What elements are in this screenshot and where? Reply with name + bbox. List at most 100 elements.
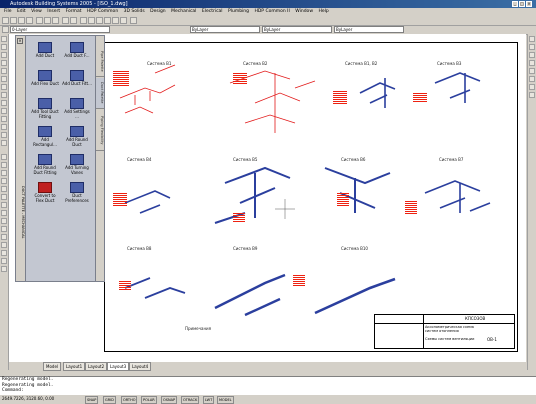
tolerance-icon[interactable] xyxy=(529,76,535,82)
minimize-button[interactable]: _ xyxy=(512,1,518,7)
menu-plumbing[interactable]: Plumbing xyxy=(228,9,249,14)
scale-icon[interactable] xyxy=(1,210,7,216)
tab-pipe-palette[interactable]: Pipe Palette xyxy=(96,46,104,77)
break-icon[interactable] xyxy=(1,242,7,248)
add-turning-vanes-tool[interactable]: Add Turning Vanes xyxy=(62,154,92,175)
tab-piping-flexibility[interactable]: Piping Flexibility xyxy=(96,110,104,151)
add-tool-duct-fitting[interactable]: Add Tool Duct Fitting xyxy=(30,98,60,119)
menu-insert[interactable]: Insert xyxy=(47,9,60,14)
palette-close-icon[interactable]: × xyxy=(17,38,23,44)
color-combo[interactable]: ByLayer xyxy=(190,26,260,33)
paste-icon[interactable] xyxy=(52,17,59,24)
menu-format[interactable]: Format xyxy=(66,9,82,14)
spline-icon[interactable] xyxy=(1,84,7,90)
insert-block-icon[interactable] xyxy=(1,100,7,106)
new-icon[interactable] xyxy=(2,17,9,24)
lineweight-combo[interactable]: ByLayer xyxy=(334,26,404,33)
tool-palettes-icon[interactable] xyxy=(120,17,127,24)
menu-hdp-common-ii[interactable]: HDP Common II xyxy=(254,9,289,14)
explode-icon[interactable] xyxy=(1,266,7,272)
dimension-aligned-icon[interactable] xyxy=(529,44,535,50)
line-icon[interactable] xyxy=(1,36,7,42)
tab-duct-palette[interactable]: Duct Palette xyxy=(96,78,104,109)
menu-hdp-common[interactable]: HDP Common xyxy=(87,9,118,14)
arc-icon[interactable] xyxy=(1,68,7,74)
add-duct-tool[interactable]: Add Duct xyxy=(30,42,60,59)
command-line[interactable]: Regenerating model. Regenerating model. … xyxy=(0,376,536,394)
undo-icon[interactable] xyxy=(62,17,69,24)
polar-toggle[interactable]: POLAR xyxy=(141,396,157,404)
close-button[interactable]: × xyxy=(526,1,532,7)
copy-icon[interactable] xyxy=(44,17,51,24)
rotate-icon[interactable] xyxy=(1,202,7,208)
dimension-radius-icon[interactable] xyxy=(529,52,535,58)
linetype-combo[interactable]: ByLayer xyxy=(262,26,332,33)
help-icon[interactable] xyxy=(130,17,137,24)
dimension-angular-icon[interactable] xyxy=(529,60,535,66)
polyline-icon[interactable] xyxy=(1,44,7,50)
menu-3d-solids[interactable]: 3D Solids xyxy=(124,9,145,14)
otrack-toggle[interactable]: OTRACK xyxy=(181,396,200,404)
add-round-duct-fitting-tool[interactable]: Add Round Duct Fitting xyxy=(30,154,60,175)
rectangle-icon[interactable] xyxy=(1,60,7,66)
dimension-linear-icon[interactable] xyxy=(529,36,535,42)
print-icon[interactable] xyxy=(26,17,33,24)
add-rectangular-tool[interactable]: Add Rectangul... xyxy=(30,126,60,147)
layer-manager-icon[interactable] xyxy=(2,26,9,33)
make-block-icon[interactable] xyxy=(1,108,7,114)
tab-layout1[interactable]: Layout1 xyxy=(63,362,86,371)
zoom-icon[interactable] xyxy=(88,17,95,24)
leader-icon[interactable] xyxy=(529,68,535,74)
menu-help[interactable]: Help xyxy=(318,9,328,14)
point-icon[interactable] xyxy=(1,116,7,122)
menu-window[interactable]: Window xyxy=(295,9,313,14)
snap-toggle[interactable]: SNAP xyxy=(85,396,99,404)
add-flex-duct-tool[interactable]: Add Flex Duct xyxy=(30,70,60,87)
circle-icon[interactable] xyxy=(1,76,7,82)
region-icon[interactable] xyxy=(1,132,7,138)
add-duct-fitting-2-tool[interactable]: Add Duct Fitt... xyxy=(62,70,92,87)
redo-icon[interactable] xyxy=(70,17,77,24)
menu-mechanical[interactable]: Mechanical xyxy=(171,9,196,14)
trim-icon[interactable] xyxy=(1,226,7,232)
dimension-edit-icon[interactable] xyxy=(529,92,535,98)
duct-preferences-tool[interactable]: Duct Preferences xyxy=(62,182,92,203)
chamfer-icon[interactable] xyxy=(1,250,7,256)
fillet-icon[interactable] xyxy=(1,258,7,264)
command-prompt[interactable]: Command: xyxy=(2,388,536,394)
save-icon[interactable] xyxy=(18,17,25,24)
tab-layout4[interactable]: Layout4 xyxy=(129,362,152,371)
menu-electrical[interactable]: Electrical xyxy=(202,9,223,14)
cut-icon[interactable] xyxy=(36,17,43,24)
lwt-toggle[interactable]: LWT xyxy=(203,396,215,404)
open-icon[interactable] xyxy=(10,17,17,24)
move-icon[interactable] xyxy=(1,194,7,200)
menu-edit[interactable]: Edit xyxy=(17,9,26,14)
convert-to-flex-duct-tool[interactable]: Convert to Flex Duct xyxy=(30,182,60,203)
stretch-icon[interactable] xyxy=(1,218,7,224)
array-icon[interactable] xyxy=(1,186,7,192)
layer-combo[interactable]: 0-Layer xyxy=(10,26,110,33)
grid-toggle[interactable]: GRID xyxy=(103,396,116,404)
center-mark-icon[interactable] xyxy=(529,84,535,90)
mtext-icon[interactable] xyxy=(1,140,7,146)
model-toggle[interactable]: MODEL xyxy=(217,396,234,404)
properties-icon[interactable] xyxy=(104,17,111,24)
add-round-duct-tool[interactable]: Add Round Duct xyxy=(62,126,92,147)
maximize-button[interactable]: □ xyxy=(519,1,525,7)
design-center-icon[interactable] xyxy=(112,17,119,24)
zoom-window-icon[interactable] xyxy=(96,17,103,24)
ortho-toggle[interactable]: ORTHO xyxy=(121,396,138,404)
menu-file[interactable]: File xyxy=(4,9,12,14)
add-settings-tool[interactable]: Add Settings ... xyxy=(62,98,92,119)
extend-icon[interactable] xyxy=(1,234,7,240)
menu-design[interactable]: Design xyxy=(150,9,166,14)
erase-icon[interactable] xyxy=(1,154,7,160)
copy-object-icon[interactable] xyxy=(1,162,7,168)
osnap-toggle[interactable]: OSNAP xyxy=(161,396,178,404)
ellipse-icon[interactable] xyxy=(1,92,7,98)
mirror-icon[interactable] xyxy=(1,170,7,176)
add-duct-fitting-tool[interactable]: Add Duct F... xyxy=(62,42,92,59)
menu-view[interactable]: View xyxy=(31,9,42,14)
hatch-icon[interactable] xyxy=(1,124,7,130)
